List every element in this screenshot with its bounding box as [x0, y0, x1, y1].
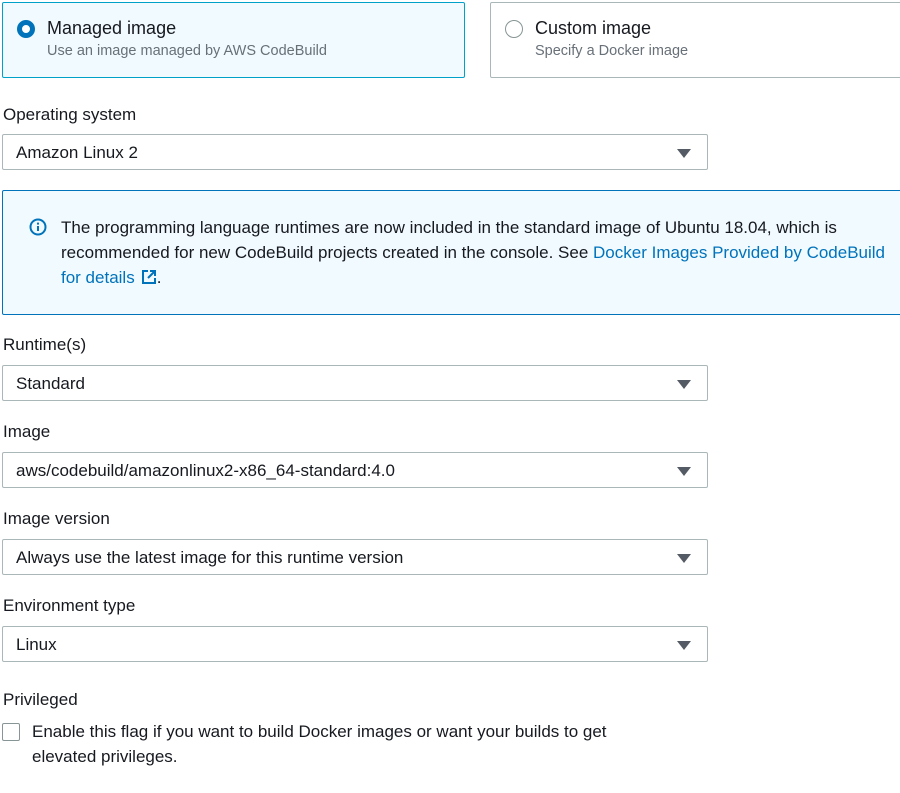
- runtime-info-alert: The programming language runtimes are no…: [2, 190, 900, 315]
- operating-system-value: Amazon Linux 2: [16, 143, 138, 162]
- runtime-value: Standard: [16, 374, 85, 393]
- image-value: aws/codebuild/amazonlinux2-x86_64-standa…: [16, 461, 395, 480]
- environment-type-label: Environment type: [3, 596, 136, 615]
- custom-image-title: Custom image: [535, 18, 652, 38]
- operating-system-label: Operating system: [3, 105, 137, 124]
- alert-text-end: .: [156, 268, 162, 287]
- managed-image-radio[interactable]: [17, 20, 35, 38]
- image-label: Image: [3, 422, 51, 441]
- privileged-checkbox[interactable]: [2, 723, 20, 741]
- external-link-icon[interactable]: [141, 269, 157, 285]
- docker-images-link[interactable]: Docker Images Provided by CodeBuild: [593, 243, 885, 262]
- alert-text-line2: recommended for new CodeBuild projects c…: [61, 243, 594, 262]
- info-icon: [29, 218, 47, 236]
- runtime-label: Runtime(s): [3, 335, 87, 354]
- operating-system-select[interactable]: Amazon Linux 2: [2, 134, 708, 170]
- environment-type-value: Linux: [16, 635, 57, 654]
- caret-down-icon: [677, 554, 691, 563]
- caret-down-icon: [677, 641, 691, 650]
- caret-down-icon: [677, 467, 691, 476]
- caret-down-icon: [677, 380, 691, 389]
- custom-image-tile[interactable]: Custom image Specify a Docker image: [490, 2, 900, 78]
- managed-image-tile[interactable]: Managed image Use an image managed by AW…: [2, 2, 465, 78]
- custom-image-description: Specify a Docker image: [535, 43, 689, 59]
- privileged-label: Privileged: [3, 690, 78, 709]
- managed-image-title: Managed image: [47, 18, 177, 38]
- runtime-select[interactable]: Standard: [2, 365, 708, 401]
- alert-text-line1: The programming language runtimes are no…: [61, 218, 837, 237]
- caret-down-icon: [677, 149, 691, 158]
- image-version-value: Always use the latest image for this run…: [16, 548, 404, 567]
- privileged-checkbox-label[interactable]: Enable this flag if you want to build Do…: [32, 719, 672, 769]
- image-select[interactable]: aws/codebuild/amazonlinux2-x86_64-standa…: [2, 452, 708, 488]
- alert-message: The programming language runtimes are no…: [61, 215, 900, 290]
- for-details-link[interactable]: for details: [61, 268, 135, 287]
- managed-image-description: Use an image managed by AWS CodeBuild: [47, 43, 327, 59]
- environment-type-select[interactable]: Linux: [2, 626, 708, 662]
- custom-image-radio[interactable]: [505, 20, 523, 38]
- image-version-select[interactable]: Always use the latest image for this run…: [2, 539, 708, 575]
- image-version-label: Image version: [3, 509, 110, 528]
